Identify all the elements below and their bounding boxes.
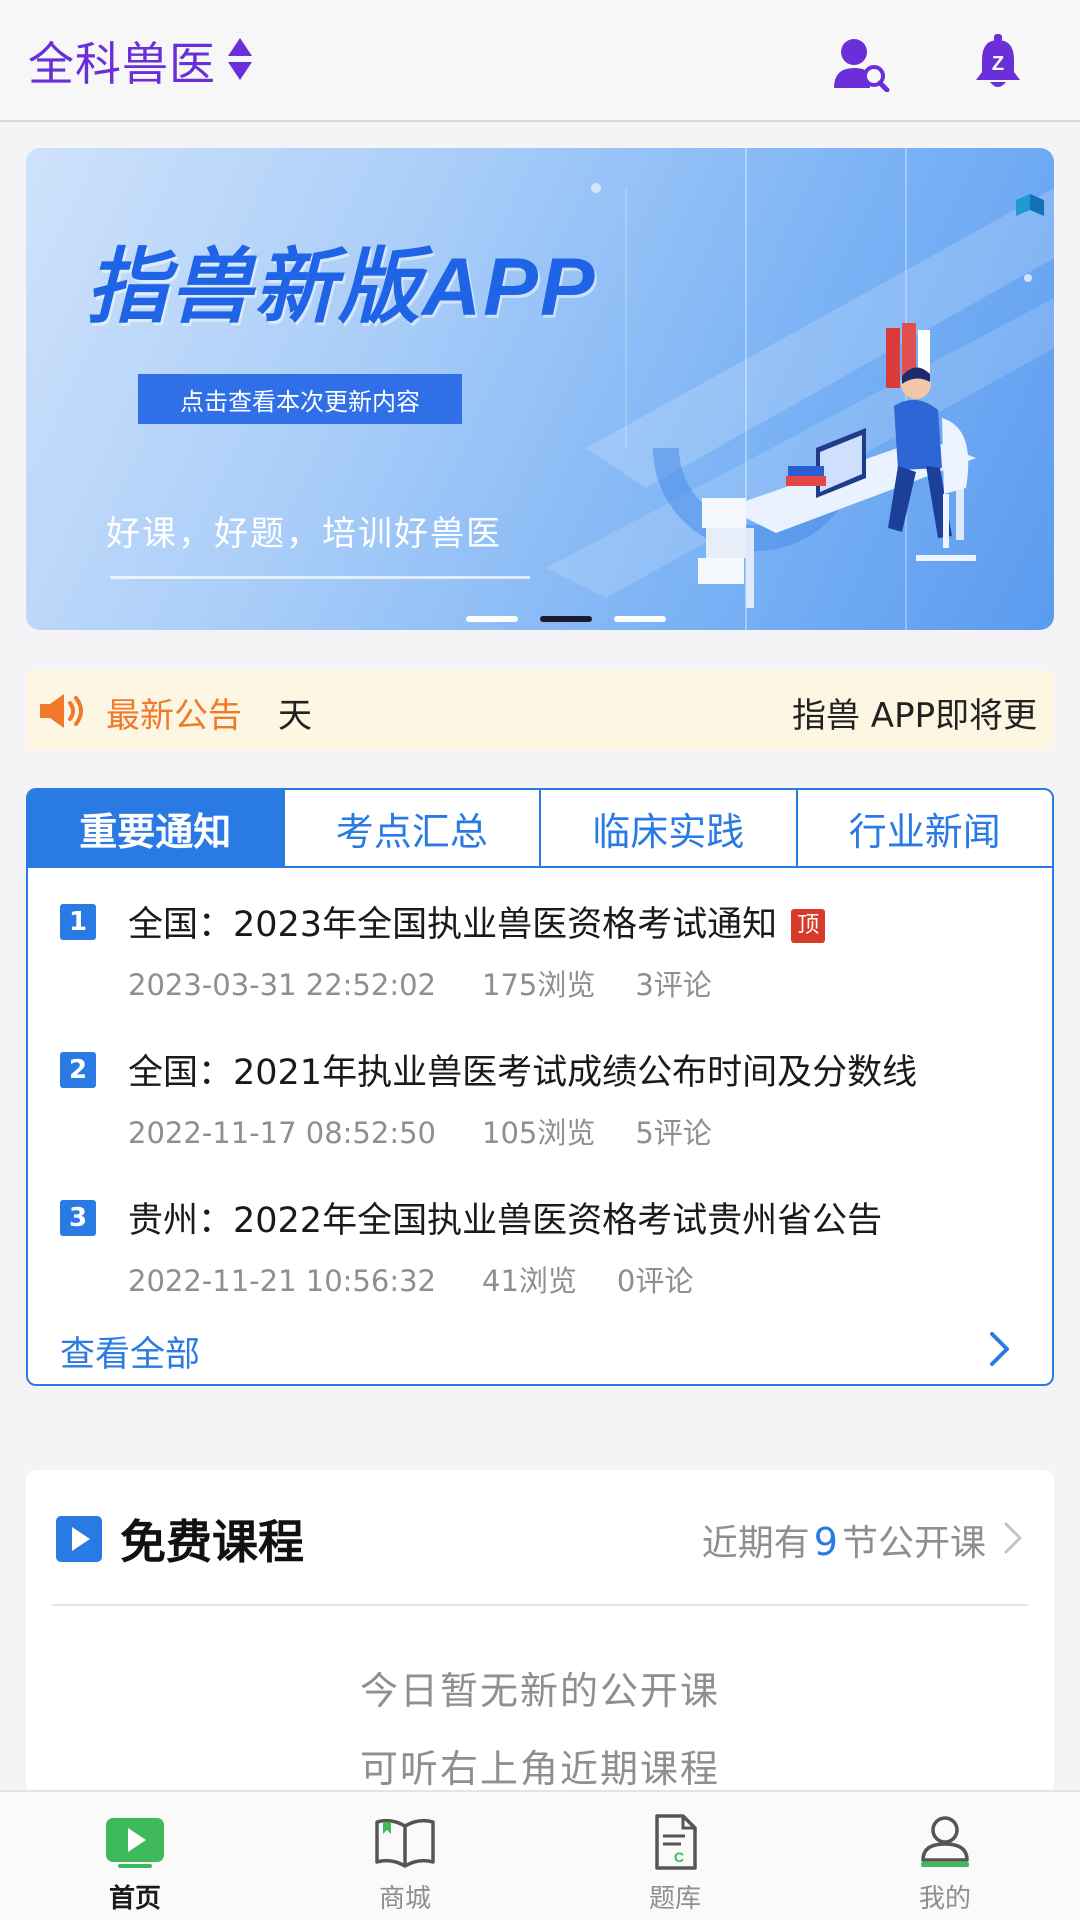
free-courses-card: 免费课程 近期有 9 节公开课 今日暂无新的公开课 可听右上角近期课程 — [26, 1470, 1054, 1810]
upcoming-suffix: 节公开课 — [841, 1523, 986, 1564]
rank-badge: 2 — [60, 1052, 96, 1088]
carousel-dot[interactable] — [614, 616, 666, 622]
tab-important-notice[interactable]: 重要通知 — [28, 790, 283, 866]
carousel-dot[interactable] — [466, 616, 518, 622]
news-comments: 5评论 — [635, 1116, 712, 1150]
news-comments: 3评论 — [635, 968, 712, 1002]
news-meta: 2022-11-21 10:56:32 41浏览 0评论 — [128, 1258, 733, 1300]
carousel-dot-active[interactable] — [540, 616, 592, 622]
news-views: 41浏览 — [482, 1264, 577, 1298]
pinned-badge: 顶 — [791, 909, 826, 943]
announcement-label: 最新公告 — [106, 696, 242, 736]
document-icon: C — [655, 1814, 697, 1870]
news-item[interactable]: 2 全国：2021年执业兽医考试成绩公布时间及分数线 2022-11-17 08… — [28, 1016, 1052, 1164]
banner-headline: 指兽新版APP — [86, 242, 597, 333]
upcoming-courses-link[interactable]: 近期有 9 节公开课 — [702, 1514, 986, 1566]
news-title: 全国：2023年全国执业兽医资格考试通知顶 — [128, 896, 826, 947]
nav-question-bank[interactable]: C 题库 — [540, 1792, 810, 1920]
user-search-icon[interactable] — [832, 36, 890, 92]
nav-mall[interactable]: 商城 — [270, 1792, 540, 1920]
news-date: 2023-03-31 22:52:02 — [128, 968, 436, 1002]
empty-message-line2: 可听右上角近期课程 — [359, 1747, 720, 1791]
upcoming-count: 9 — [813, 1520, 838, 1564]
notification-bell-icon[interactable]: Z — [974, 34, 1022, 90]
free-courses-title: 免费课程 — [120, 1515, 304, 1569]
view-all-link[interactable]: 查看全部 — [60, 1326, 200, 1377]
empty-message-line1: 今日暂无新的公开课 — [359, 1669, 720, 1713]
news-item[interactable]: 1 全国：2023年全国执业兽医资格考试通知顶 2023-03-31 22:52… — [28, 868, 1052, 1016]
section-divider — [52, 1604, 1028, 1606]
nav-label: 商城 — [378, 1884, 431, 1914]
slogan-underline — [110, 576, 530, 579]
news-item[interactable]: 3 贵州：2022年全国执业兽医资格考试贵州省公告 2022-11-21 10:… — [28, 1164, 1052, 1312]
carousel-indicator[interactable] — [466, 616, 666, 622]
bottom-navigation: 首页 商城 C 题库 我的 — [0, 1790, 1080, 1920]
book-icon — [375, 1818, 435, 1868]
tab-clinical-practice[interactable]: 临床实践 — [539, 790, 796, 866]
news-date: 2022-11-21 10:56:32 — [128, 1264, 436, 1298]
rank-badge: 3 — [60, 1200, 96, 1236]
news-title-text: 全国：2023年全国执业兽医资格考试通知 — [128, 905, 778, 945]
upcoming-prefix: 近期有 — [701, 1523, 810, 1564]
news-tabs: 重要通知 考点汇总 临床实践 行业新闻 — [28, 790, 1052, 868]
news-title: 全国：2021年执业兽医考试成绩公布时间及分数线 — [128, 1053, 918, 1093]
profile-icon — [921, 1816, 969, 1867]
nav-home[interactable]: 首页 — [0, 1792, 270, 1920]
app-header: 全科兽医 Z — [0, 0, 1080, 122]
news-meta: 2023-03-31 22:52:02 175浏览 3评论 — [128, 962, 752, 1004]
speaker-icon — [40, 694, 83, 728]
news-views: 175浏览 — [482, 968, 596, 1002]
announcement-scroll-text[interactable]: 指兽 APP即将更 — [792, 688, 1037, 737]
home-play-icon — [106, 1818, 164, 1868]
news-card: 重要通知 考点汇总 临床实践 行业新闻 1 全国：2023年全国执业兽医资格考试… — [26, 788, 1054, 1386]
tab-industry-news[interactable]: 行业新闻 — [795, 790, 1053, 866]
play-square-icon — [56, 1516, 102, 1562]
announcement-scroll-tail: 天 — [278, 696, 312, 736]
news-date: 2022-11-17 08:52:50 — [128, 1116, 436, 1150]
banner-slogan: 好课，好题，培训好兽医 — [106, 514, 502, 554]
subject-title[interactable]: 全科兽医 — [28, 28, 216, 94]
nav-label: 首页 — [108, 1884, 161, 1914]
nav-label: 我的 — [918, 1884, 971, 1914]
news-comments: 0评论 — [616, 1264, 694, 1298]
nav-profile[interactable]: 我的 — [810, 1792, 1080, 1920]
chevron-right-icon[interactable] — [1002, 1520, 1024, 1556]
sort-toggle-icon[interactable] — [226, 36, 254, 82]
news-title: 贵州：2022年全国执业兽医资格考试贵州省公告 — [128, 1201, 883, 1241]
view-update-button[interactable]: 点击查看本次更新内容 — [138, 374, 462, 424]
news-views: 105浏览 — [482, 1116, 596, 1150]
promo-banner[interactable]: 指兽新版APP 点击查看本次更新内容 好课，好题，培训好兽医 — [26, 148, 1054, 630]
announcement-bar[interactable]: 最新公告 天 指兽 APP即将更 — [26, 670, 1054, 750]
nav-label: 题库 — [648, 1884, 701, 1914]
chevron-right-icon[interactable] — [988, 1330, 1012, 1368]
tab-exam-points[interactable]: 考点汇总 — [282, 790, 540, 866]
rank-badge: 1 — [60, 904, 96, 940]
svg-text:Z: Z — [992, 53, 1004, 75]
news-meta: 2022-11-17 08:52:50 105浏览 5评论 — [128, 1110, 752, 1152]
svg-text:C: C — [674, 1849, 684, 1865]
